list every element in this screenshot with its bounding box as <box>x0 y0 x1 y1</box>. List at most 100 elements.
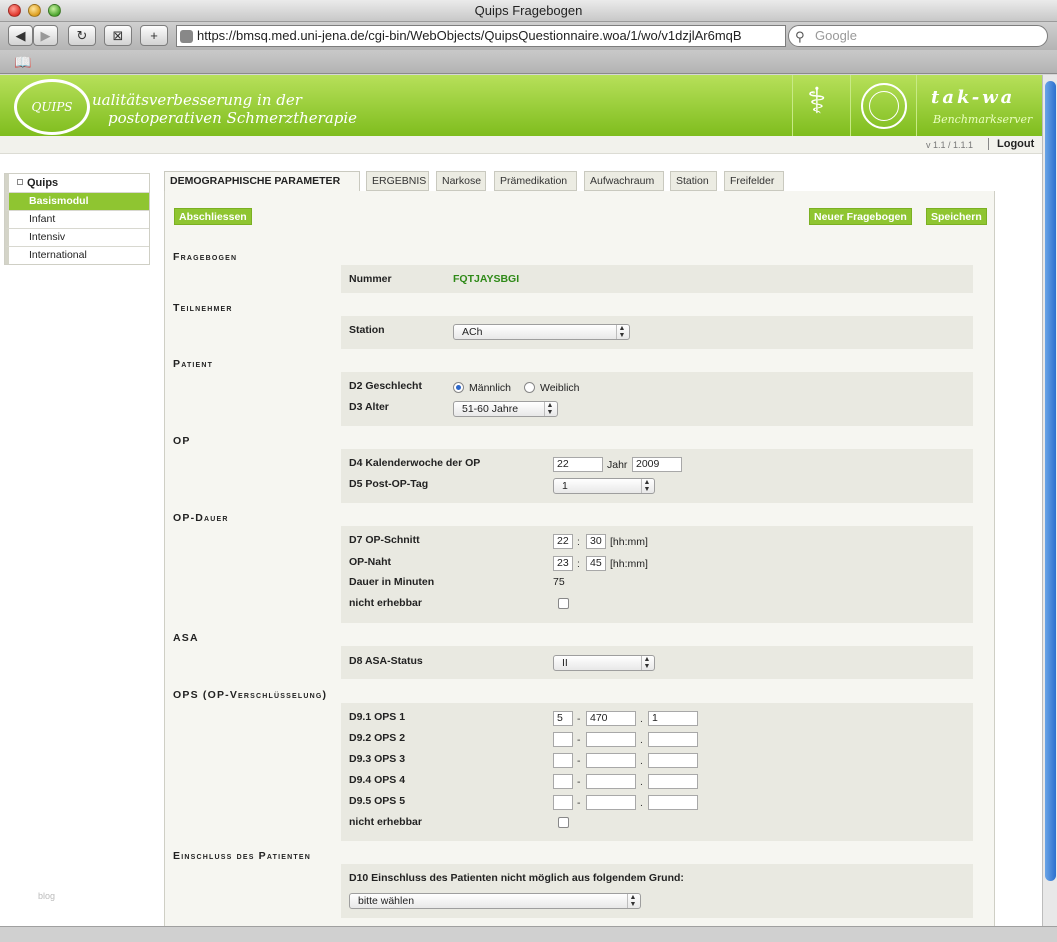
add-icon: + <box>150 28 158 43</box>
select-arrows-icon: ▲ ▼ <box>616 325 627 339</box>
bookmarks-icon[interactable]: 📖 <box>14 54 31 71</box>
sidebar-item-international[interactable]: International <box>5 246 149 264</box>
postop-tag-label: D5 Post-OP-Tag <box>349 478 429 490</box>
ops3-part-c-input[interactable] <box>648 753 698 768</box>
op-schnitt-label: D7 OP-Schnitt <box>349 534 420 546</box>
alter-label: D3 Alter <box>349 401 389 413</box>
sidebar-item-intensiv[interactable]: Intensiv <box>5 228 149 246</box>
tab-station[interactable]: Station <box>670 171 717 191</box>
ops2-part-a-input[interactable] <box>553 732 573 747</box>
male-label: Männlich <box>469 382 512 394</box>
tab-praemedikation[interactable]: Prämedikation <box>494 171 577 191</box>
op-schnitt-hours-input[interactable]: 22 <box>553 534 573 549</box>
ops4-part-b-input[interactable] <box>586 774 636 789</box>
op-dauer-box <box>341 526 973 623</box>
ops2-part-b-input[interactable] <box>586 732 636 747</box>
browser-toolbar: ◀ ▶ ↻ ⊠ + https://bmsq.med.uni-jena.de/c… <box>0 22 1057 50</box>
horizontal-scrollbar[interactable] <box>0 926 1057 942</box>
ops1-part-c-input[interactable]: 1 <box>648 711 698 726</box>
select-arrows-icon: ▲ ▼ <box>641 479 652 493</box>
station-select[interactable]: ACh ▲ ▼ <box>453 324 630 340</box>
tab-ergebnis[interactable]: ERGEBNIS <box>366 171 429 191</box>
ops2-part-c-input[interactable] <box>648 732 698 747</box>
society-emblem: ⚕ <box>792 75 850 136</box>
fragebogen-box <box>341 265 973 293</box>
caduceus-icon: ⚕ <box>807 81 827 122</box>
female-radio[interactable] <box>524 382 535 393</box>
banner-title-line2: postoperativen Schmerztherapie <box>108 109 358 127</box>
ops1-label: D9.1 OPS 1 <box>349 711 406 723</box>
ops3-part-a-input[interactable] <box>553 753 573 768</box>
einschluss-label: D10 Einschluss des Patienten nicht mögli… <box>349 872 684 884</box>
tab-narkose[interactable]: Narkose <box>436 171 486 191</box>
version-bar: v 1.1 / 1.1.1 Logout <box>0 136 1042 154</box>
ops4-part-a-input[interactable] <box>553 774 573 789</box>
minimize-window-button[interactable] <box>28 4 41 17</box>
jahr-input[interactable]: 2009 <box>632 457 682 472</box>
ops5-part-b-input[interactable] <box>586 795 636 810</box>
male-radio[interactable] <box>453 382 464 393</box>
zoom-window-button[interactable] <box>48 4 61 17</box>
alter-select[interactable]: 51-60 Jahre ▲ ▼ <box>453 401 558 417</box>
site-icon <box>180 30 193 43</box>
search-icon: ⚲ <box>795 29 805 44</box>
questionnaire-tabs: DEMOGRAPHISCHE PARAMETER ERGEBNIS Narkos… <box>164 171 995 192</box>
patient-box <box>341 372 973 426</box>
ops1-part-b-input[interactable]: 470 <box>586 711 636 726</box>
ops5-part-c-input[interactable] <box>648 795 698 810</box>
ops-dot: . <box>640 776 643 788</box>
close-window-button[interactable] <box>8 4 21 17</box>
sidebar-item-infant[interactable]: Infant <box>5 210 149 228</box>
bookmarks-bar: 📖 <box>0 50 1057 74</box>
section-title-op-dauer: OP-Dauer <box>173 512 229 524</box>
asa-status-label: D8 ASA-Status <box>349 655 423 667</box>
vertical-scrollbar[interactable] <box>1042 75 1057 926</box>
forward-button[interactable]: ▶ <box>33 25 58 46</box>
ops3-part-b-input[interactable] <box>586 753 636 768</box>
sidebar-item-basismodul[interactable]: Basismodul <box>5 192 149 210</box>
op-schnitt-minutes-input[interactable]: 30 <box>586 534 606 549</box>
ops1-part-a-input[interactable]: 5 <box>553 711 573 726</box>
add-bookmark-button[interactable]: + <box>140 25 168 46</box>
blog-link[interactable]: blog <box>38 891 55 901</box>
op-dauer-nicht-erhebbar-checkbox[interactable] <box>558 598 569 609</box>
ops-dot: . <box>640 755 643 767</box>
sidebar-header[interactable]: Quips <box>5 174 149 192</box>
quips-logo: QUIPS <box>14 79 90 135</box>
speichern-button[interactable]: Speichern <box>926 208 987 225</box>
neuer-fragebogen-button[interactable]: Neuer Fragebogen <box>809 208 912 225</box>
address-bar[interactable]: https://bmsq.med.uni-jena.de/cgi-bin/Web… <box>176 25 786 47</box>
op-naht-minutes-input[interactable]: 45 <box>586 556 606 571</box>
benchmarkserver-logo: tak-wa Benchmarkserver <box>916 75 1042 136</box>
ops-nicht-erhebbar-checkbox[interactable] <box>558 817 569 828</box>
time-colon: : <box>577 536 580 548</box>
back-icon: ◀ <box>15 28 26 43</box>
back-button[interactable]: ◀ <box>8 25 33 46</box>
scrollbar-thumb[interactable] <box>1045 81 1056 881</box>
postop-tag-select[interactable]: 1 ▲ ▼ <box>553 478 655 494</box>
search-field[interactable]: ⚲ Google <box>788 25 1048 47</box>
kalenderwoche-input[interactable]: 22 <box>553 457 603 472</box>
section-title-patient: Patient <box>173 358 214 370</box>
abschliessen-button[interactable]: Abschliessen <box>174 208 252 225</box>
teilnehmer-box <box>341 316 973 349</box>
section-title-teilnehmer: Teilnehmer <box>173 302 233 314</box>
snapback-button[interactable]: ⊠ <box>104 25 132 46</box>
op-naht-hours-input[interactable]: 23 <box>553 556 573 571</box>
asa-status-select[interactable]: II ▲ ▼ <box>553 655 655 671</box>
select-arrows-icon: ▲ ▼ <box>641 656 652 670</box>
logout-link[interactable]: Logout <box>988 138 1034 150</box>
tab-demographische-parameter[interactable]: DEMOGRAPHISCHE PARAMETER <box>164 171 360 192</box>
section-title-asa: ASA <box>173 632 199 644</box>
tq-logo-text: tak-wa <box>931 87 1016 108</box>
tab-freifelder[interactable]: Freifelder <box>724 171 784 191</box>
version-label: v 1.1 / 1.1.1 <box>926 140 974 150</box>
ops5-part-a-input[interactable] <box>553 795 573 810</box>
reload-button[interactable]: ↻ <box>68 25 96 46</box>
web-page: QUIPS ualitätsverbesserung in der postop… <box>0 75 1042 926</box>
ops4-part-c-input[interactable] <box>648 774 698 789</box>
einschluss-grund-select[interactable]: bitte wählen ▲ ▼ <box>349 893 641 909</box>
tab-aufwachraum[interactable]: Aufwachraum <box>584 171 664 191</box>
address-text: https://bmsq.med.uni-jena.de/cgi-bin/Web… <box>197 28 742 43</box>
benchmarkserver-label: Benchmarkserver <box>933 113 1033 126</box>
